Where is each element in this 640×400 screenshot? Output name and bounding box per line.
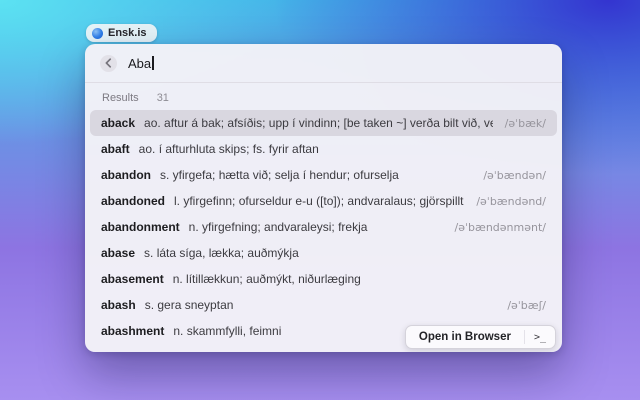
results-label: Results — [102, 92, 139, 104]
app-tab-label: Ensk.is — [108, 27, 147, 39]
terminal-shortcut-button[interactable]: >_ — [525, 326, 555, 348]
entry-definition: l. yfirgefinn; ofurseldur e-u ([to]); an… — [174, 194, 465, 208]
entry-phonetic: /əˈbændənd/ — [476, 194, 546, 208]
app-tab[interactable]: Ensk.is — [86, 24, 157, 42]
entry-definition: s. láta síga, lækka; auðmýkja — [144, 246, 299, 260]
terminal-prompt-icon: >_ — [533, 331, 546, 343]
search-input[interactable]: Aba — [128, 56, 154, 71]
results-header: Results 31 — [85, 83, 562, 107]
results-list: aback ao. aftur á bak; afsíðis; upp í vi… — [85, 107, 562, 352]
entry-word: abandonment — [101, 220, 180, 234]
entry-phonetic: /əˈbæk/ — [504, 116, 546, 130]
dictionary-entry-row[interactable]: abase s. láta síga, lækka; auðmýkja — [90, 240, 557, 266]
entry-definition: ao. aftur á bak; afsíðis; upp í vindinn;… — [144, 116, 493, 130]
ensk-app-icon — [92, 27, 103, 39]
search-bar: Aba — [85, 44, 562, 82]
entry-word: aback — [101, 116, 136, 130]
entry-definition: s. minnka; slá af (um verð); gera enda á… — [141, 350, 494, 352]
entry-word: abate — [101, 350, 132, 352]
results-count: 31 — [156, 92, 169, 104]
entry-phonetic: /əˈbændən/ — [483, 168, 546, 182]
dictionary-entry-row[interactable]: abandoned l. yfirgefinn; ofurseldur e-u … — [90, 188, 557, 214]
entry-word: abasement — [101, 272, 164, 286]
text-cursor — [152, 56, 154, 70]
search-query: Aba — [128, 55, 152, 71]
dictionary-entry-row[interactable]: abaft ao. í afturhluta skips; fs. fyrir … — [90, 136, 557, 162]
dictionary-entry-row[interactable]: aback ao. aftur á bak; afsíðis; upp í vi… — [90, 110, 557, 136]
back-button[interactable] — [100, 54, 117, 72]
entry-definition: s. yfirgefa; hætta við; selja í hendur; … — [160, 168, 399, 182]
entry-word: abaft — [101, 142, 130, 156]
entry-phonetic: /əˈbeɪt/ — [507, 351, 546, 353]
dictionary-entry-row[interactable]: abasement n. lítillækkun; auðmýkt, niður… — [90, 266, 557, 292]
open-in-browser-button[interactable]: Open in Browser — [406, 326, 524, 348]
dictionary-entry-row[interactable]: abandon s. yfirgefa; hætta við; selja í … — [90, 162, 557, 188]
dictionary-entry-row[interactable]: abash s. gera sneyptan /əˈbæʃ/ — [90, 292, 557, 318]
entry-word: abashment — [101, 324, 165, 338]
entry-definition: n. yfirgefning; andvaraleysi; frekja — [188, 220, 368, 234]
entry-word: abandon — [101, 168, 151, 182]
entry-definition: s. gera sneyptan — [144, 298, 234, 312]
entry-phonetic: /əˈbæʃ/ — [507, 298, 546, 312]
dictionary-entry-row[interactable]: abandonment n. yfirgefning; andvaraleysi… — [90, 214, 557, 240]
dictionary-window: Aba Results 31 aback ao. aftur á bak; af… — [85, 44, 562, 352]
entry-word: abash — [101, 298, 136, 312]
entry-phonetic: /əˈbændənmənt/ — [454, 220, 546, 234]
footer-actions: Open in Browser >_ — [404, 325, 556, 349]
entry-definition: ao. í afturhluta skips; fs. fyrir aftan — [138, 142, 319, 156]
entry-word: abase — [101, 246, 136, 260]
entry-word: abandoned — [101, 194, 166, 208]
entry-definition: n. lítillækkun; auðmýkt, niðurlæging — [172, 272, 361, 286]
chevron-left-icon — [105, 58, 112, 68]
